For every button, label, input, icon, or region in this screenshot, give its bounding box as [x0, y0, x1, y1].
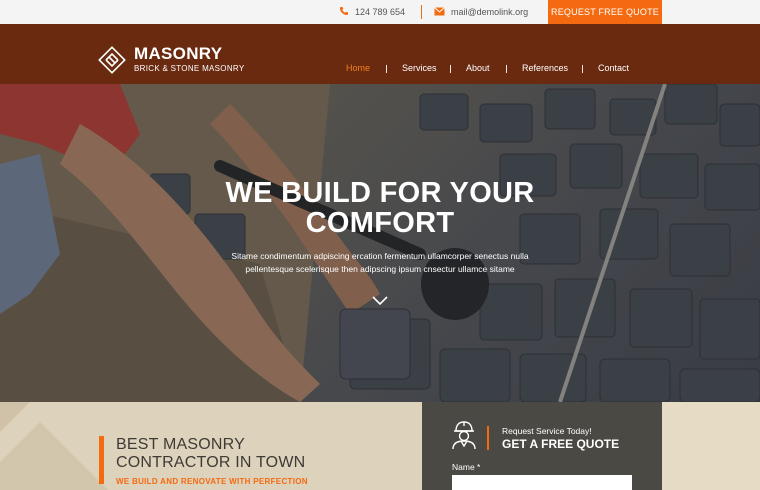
nav-home[interactable]: Home	[346, 63, 370, 73]
hero-banner: WE BUILD FOR YOUR COMFORT Sitame condime…	[0, 84, 760, 402]
phone-number: 124 789 654	[355, 7, 406, 17]
nav-separator	[450, 65, 451, 73]
hero-title-line2: COMFORT	[305, 207, 455, 239]
nav-references[interactable]: References	[522, 63, 568, 73]
top-bar: 124 789 654 mail@demolink.org REQUEST FR…	[0, 0, 760, 24]
email-address: mail@demolink.org	[451, 7, 529, 17]
nav-separator	[582, 65, 583, 73]
hero-overlay	[0, 84, 760, 402]
nav-about[interactable]: About	[466, 63, 490, 73]
hero-title: WE BUILD FOR YOUR COMFORT	[180, 178, 580, 238]
quote-form-panel: Request Service Today! GET A FREE QUOTE …	[422, 402, 662, 490]
hero-text-line2: pellentesque scelerisque then adipscing …	[245, 264, 515, 274]
name-label: Name *	[452, 462, 481, 472]
decor-shape	[0, 402, 50, 432]
accent-bar	[99, 436, 104, 484]
phone-icon	[339, 6, 349, 18]
name-input[interactable]	[452, 475, 632, 490]
worker-icon	[450, 420, 478, 450]
chevron-down-icon[interactable]	[371, 295, 389, 307]
logo-subtitle: BRICK & STONE MASONRY	[134, 64, 245, 73]
right-margin	[662, 402, 760, 490]
decor-shape	[0, 422, 110, 490]
form-small-heading: Request Service Today!	[502, 426, 592, 436]
intro-title: BEST MASONRY CONTRACTOR IN TOWN	[116, 436, 305, 472]
form-heading: GET A FREE QUOTE	[502, 437, 620, 451]
intro-subtitle: WE BUILD AND RENOVATE WITH PERFECTION	[116, 477, 308, 486]
logo-title[interactable]: MASONRY	[134, 44, 222, 64]
logo-icon[interactable]	[97, 45, 127, 75]
nav-separator	[386, 65, 387, 73]
intro-section: BEST MASONRY CONTRACTOR IN TOWN WE BUILD…	[0, 402, 760, 490]
nav-contact[interactable]: Contact	[598, 63, 629, 73]
topbar-divider	[421, 5, 422, 19]
nav-services[interactable]: Services	[402, 63, 437, 73]
hero-text-line1: Sitame condimentum adpiscing ercation fe…	[231, 251, 529, 261]
intro-title-line2: CONTRACTOR IN TOWN	[116, 454, 306, 471]
hero-description: Sitame condimentum adpiscing ercation fe…	[210, 250, 550, 276]
phone-contact[interactable]: 124 789 654	[339, 6, 405, 18]
form-accent-bar	[487, 426, 489, 450]
intro-title-line1: BEST MASONRY	[116, 436, 245, 453]
hero-title-line1: WE BUILD FOR YOUR	[225, 177, 535, 209]
nav-separator	[506, 65, 507, 73]
email-contact[interactable]: mail@demolink.org	[434, 6, 528, 18]
request-quote-button[interactable]: REQUEST FREE QUOTE	[548, 0, 662, 24]
mail-icon	[434, 6, 445, 18]
